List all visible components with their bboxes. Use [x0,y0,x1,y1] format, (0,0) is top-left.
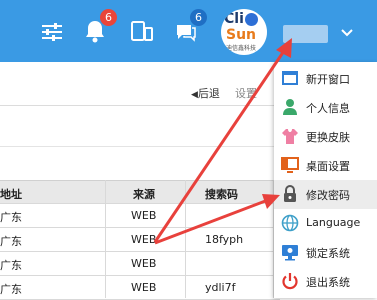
cell-source: WEB [131,209,157,222]
table-header-row: 地址 来源 搜索码 [0,180,280,204]
column-divider [185,180,186,298]
lock-icon [281,185,299,203]
cell-address: 广东 [0,259,22,272]
menu-item-change-skin[interactable]: 更换皮肤 [274,122,377,151]
menu-item-new-window[interactable]: 新开窗口 [274,64,377,93]
menu-item-profile[interactable]: 个人信息 [274,93,377,122]
menu-item-label: 退出系统 [306,276,350,289]
menu-item-desktop-settings[interactable]: 桌面设置 [274,151,377,180]
cell-address: 广东 [0,235,22,248]
devices-icon[interactable] [130,20,154,42]
monitor-lock-icon [281,243,299,261]
table-row[interactable]: 广东 WEB [0,204,280,228]
cell-source: WEB [131,281,157,294]
table-row[interactable]: 广东 WEB ydli7f [0,276,280,300]
menu-item-logout[interactable]: 退出系统 [274,267,377,296]
cell-source: WEB [131,257,157,270]
back-button[interactable]: ◀后退 [191,85,220,101]
menu-item-language[interactable]: Language [274,209,377,238]
menu-item-change-password[interactable]: 修改密码 [274,180,377,209]
cell-address: 广东 [0,283,22,296]
globe-icon [281,214,299,232]
top-header-bar: 6 6 Cli Sun 迪信鑫科技 [0,0,377,62]
settings-link[interactable]: 设置 [235,85,257,101]
menu-item-label: Language [306,216,361,229]
menu-item-label: 锁定系统 [306,247,350,260]
column-divider [105,180,106,298]
sliders-icon[interactable] [41,22,63,42]
menu-item-label: 桌面设置 [306,160,350,173]
message-badge: 6 [190,9,207,26]
username-blurred[interactable] [283,25,328,43]
data-table: 地址 来源 搜索码 广东 WEB 广东 WEB 18fyph 广东 WEB 广东… [0,180,280,300]
cell-source: WEB [131,233,157,246]
back-button-label: 后退 [197,87,220,100]
column-header-search-code[interactable]: 搜索码 [205,186,238,202]
column-header-source[interactable]: 来源 [133,186,155,202]
notification-badge: 6 [100,9,117,26]
cell-search-code: ydli7f [205,281,236,294]
power-icon [281,272,299,290]
menu-item-label: 更换皮肤 [306,131,350,144]
cell-search-code: 18fyph [205,233,244,246]
back-arrow-icon: ◀ [191,90,198,100]
company-logo-avatar[interactable]: Cli Sun 迪信鑫科技 [221,9,267,55]
chevron-down-icon[interactable] [339,24,355,37]
logo-text-top: Cli [224,11,244,27]
logo-ball-icon [245,13,258,26]
desktop-icon [281,156,299,174]
menu-item-label: 个人信息 [306,102,350,115]
menu-item-lock-system[interactable]: 锁定系统 [274,238,377,267]
column-header-address[interactable]: 地址 [0,186,22,202]
person-icon [281,98,299,116]
logo-text-sub: 迪信鑫科技 [226,45,257,52]
cell-address: 广东 [0,211,22,224]
logo-text-main: Sun [226,27,257,43]
menu-item-label: 新开窗口 [306,73,350,86]
menu-item-label: 修改密码 [306,189,350,202]
tshirt-icon [281,127,299,145]
table-row[interactable]: 广东 WEB 18fyph [0,228,280,252]
table-row[interactable]: 广东 WEB [0,252,280,276]
new-window-icon [281,69,299,87]
user-dropdown-menu: 新开窗口 个人信息 更换皮肤 桌面设置 修改密码 Language 锁定系统 退… [274,62,377,298]
